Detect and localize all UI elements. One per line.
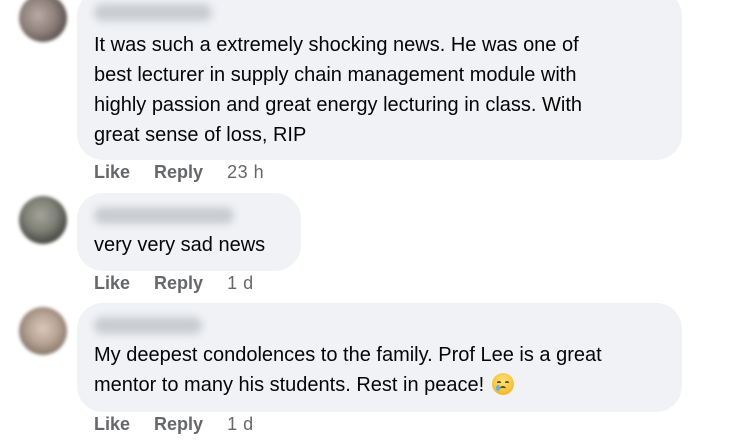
- reply-button[interactable]: Reply: [154, 273, 203, 294]
- like-button[interactable]: Like: [94, 162, 130, 183]
- crying-face-emoji-icon: [492, 373, 515, 395]
- comment-actions: Like Reply 23 h: [94, 159, 264, 185]
- comment-text: very very sad news: [94, 234, 266, 256]
- avatar[interactable]: [19, 307, 67, 355]
- comment-timestamp[interactable]: 1 d: [227, 414, 254, 435]
- avatar[interactable]: [19, 0, 67, 42]
- comment-text: It was such a extremely shocking news. H…: [94, 34, 583, 146]
- avatar[interactable]: [19, 196, 67, 244]
- reply-button[interactable]: Reply: [154, 414, 203, 435]
- comment-actions: Like Reply 1 d: [94, 270, 254, 296]
- commenter-name-blurred[interactable]: [94, 4, 212, 21]
- comment-text: My deepest condolences to the family. Pr…: [94, 340, 666, 400]
- comment-timestamp[interactable]: 23 h: [227, 162, 264, 183]
- like-button[interactable]: Like: [94, 414, 130, 435]
- commenter-name-blurred[interactable]: [94, 207, 234, 224]
- commenter-name-blurred[interactable]: [94, 317, 202, 334]
- comment-bubble: My deepest condolences to the family. Pr…: [77, 303, 682, 412]
- comment-text-body: My deepest condolences to the family. Pr…: [94, 344, 602, 396]
- comment-bubble: It was such a extremely shocking news. H…: [77, 0, 682, 160]
- comment-bubble: very very sad news: [77, 193, 301, 271]
- comment-timestamp[interactable]: 1 d: [227, 273, 254, 294]
- like-button[interactable]: Like: [94, 273, 130, 294]
- reply-button[interactable]: Reply: [154, 162, 203, 183]
- comment-actions: Like Reply 1 d: [94, 411, 254, 437]
